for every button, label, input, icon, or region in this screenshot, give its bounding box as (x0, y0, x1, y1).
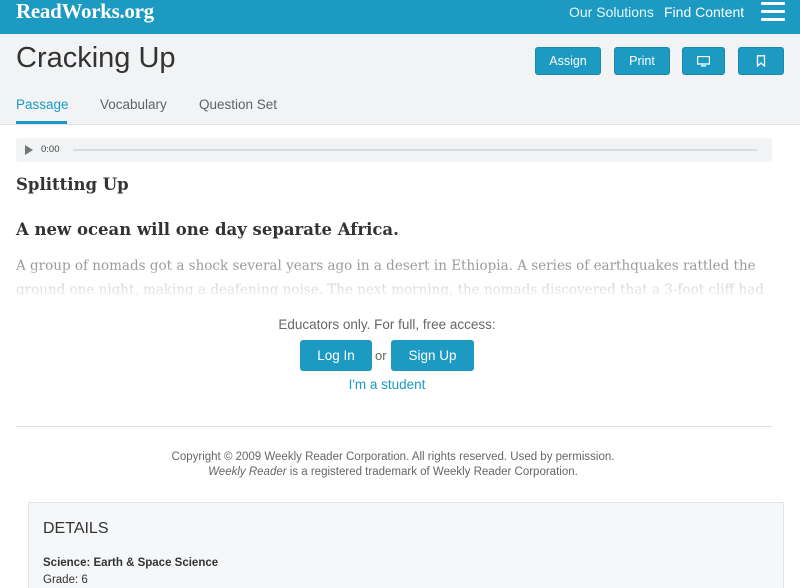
audio-player: 0:00 (16, 138, 772, 162)
present-button[interactable] (682, 47, 725, 75)
assign-button[interactable]: Assign (535, 47, 601, 75)
monitor-icon (697, 55, 710, 66)
tab-passage[interactable]: Passage (16, 97, 69, 112)
print-button[interactable]: Print (614, 47, 670, 75)
details-title: DETAILS (43, 520, 109, 537)
audio-progress-track[interactable] (73, 149, 757, 151)
details-panel: DETAILS Science: Earth & Space Science G… (28, 502, 784, 588)
student-link[interactable]: I'm a student (0, 377, 774, 392)
or-text: or (375, 348, 387, 363)
article-heading: A new ocean will one day separate Africa… (16, 220, 399, 239)
audio-time: 0:00 (41, 144, 60, 155)
paragraph-fade-overlay (0, 268, 800, 300)
trademark-line: Weekly Reader is a registered trademark … (0, 465, 786, 480)
hamburger-icon[interactable] (761, 2, 785, 22)
copyright-line: Copyright © 2009 Weekly Reader Corporati… (171, 451, 615, 463)
nav-our-solutions[interactable]: Our Solutions (569, 4, 654, 20)
signup-button[interactable]: Sign Up (391, 340, 474, 371)
details-grade: Grade: 6 (43, 574, 88, 586)
trademark-name: Weekly Reader (208, 465, 287, 478)
tab-vocabulary[interactable]: Vocabulary (100, 97, 167, 112)
tab-question-set[interactable]: Question Set (199, 97, 277, 112)
site-logo[interactable]: ReadWorks.org (16, 0, 154, 24)
page-header: Cracking Up Assign Print Passage Vocabul… (0, 34, 800, 125)
bookmark-icon (756, 55, 766, 67)
nav-find-content[interactable]: Find Content (664, 4, 744, 20)
login-button[interactable]: Log In (300, 340, 372, 371)
details-subject: Science: Earth & Space Science (43, 557, 219, 569)
bookmark-button[interactable] (738, 47, 784, 75)
copyright-notice: Copyright © 2009 Weekly Reader Corporati… (0, 450, 786, 479)
page-title: Cracking Up (16, 42, 176, 74)
article-subtitle: Splitting Up (16, 175, 129, 194)
educator-access-message: Educators only. For full, free access: (278, 317, 496, 332)
play-icon[interactable] (25, 145, 33, 155)
trademark-text: is a registered trademark of Weekly Read… (286, 465, 578, 478)
top-nav-bar: ReadWorks.org Our Solutions Find Content (0, 0, 800, 34)
section-divider (16, 426, 772, 427)
active-tab-indicator (16, 121, 67, 124)
